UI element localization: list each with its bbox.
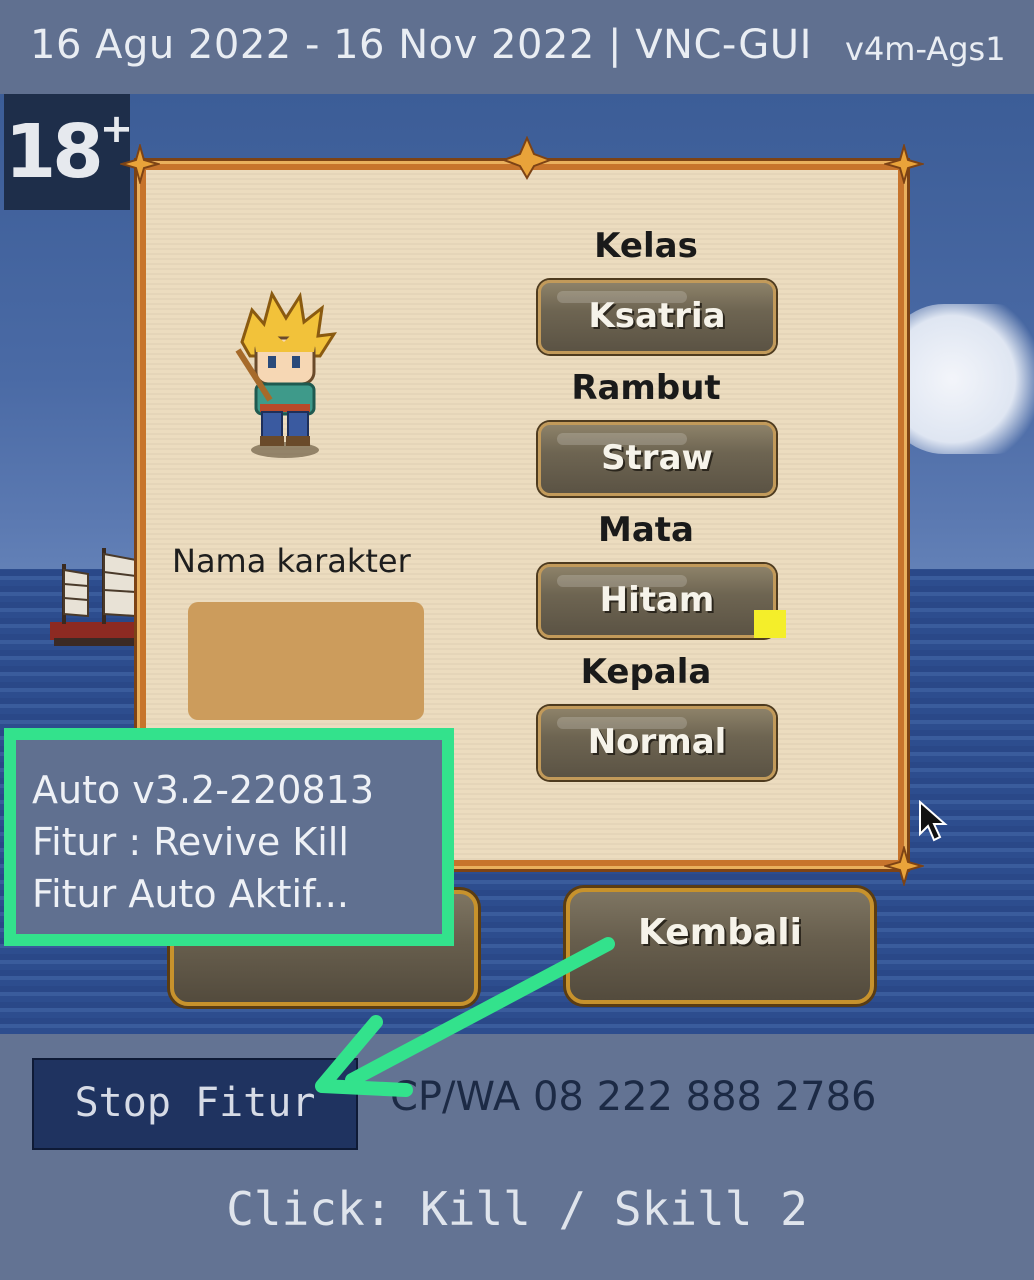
top-ornament-icon: [502, 136, 552, 180]
version-label: v4m-Ags1: [845, 30, 1006, 68]
button-highlight: [557, 433, 687, 445]
character-name-input[interactable]: [188, 602, 424, 720]
eyes-select-button[interactable]: Hitam: [538, 564, 776, 638]
ship-icon: [50, 548, 140, 646]
corner-ornament-icon: [884, 144, 924, 184]
overlay-status-line: Fitur Auto Aktif...: [32, 872, 349, 916]
button-highlight: [557, 717, 687, 729]
overlay-feature-line: Fitur : Revive Kill: [32, 820, 349, 864]
corner-ornament-icon: [884, 846, 924, 886]
contact-info: CP/WA 08 222 888 2786: [390, 1074, 877, 1120]
stop-feature-button[interactable]: Stop Fitur: [32, 1058, 358, 1150]
class-select-button[interactable]: Ksatria: [538, 280, 776, 354]
button-highlight: [557, 575, 687, 587]
mouse-cursor-icon: [919, 800, 948, 842]
overlay-version-line: Auto v3.2-220813: [32, 768, 374, 812]
class-label: Kelas: [594, 226, 698, 266]
top-bar: 16 Agu 2022 - 16 Nov 2022 | VNC-GUI v4m-…: [0, 0, 1034, 94]
age-rating-badge: 18+: [4, 94, 133, 210]
back-button-label: Kembali: [638, 912, 802, 953]
hair-select-button[interactable]: Straw: [538, 422, 776, 496]
selection-marker: [754, 610, 786, 638]
button-highlight: [557, 291, 687, 303]
character-avatar: [235, 290, 337, 458]
back-button[interactable]: Kembali: [566, 888, 874, 1004]
cloud: [884, 304, 1034, 454]
character-name-label: Nama karakter: [172, 542, 411, 580]
corner-ornament-icon: [120, 144, 160, 184]
head-label: Kepala: [580, 652, 712, 692]
bottom-bar: Stop Fitur CP/WA 08 222 888 2786 Click: …: [0, 1034, 1034, 1280]
head-select-button[interactable]: Normal: [538, 706, 776, 780]
eyes-label: Mata: [598, 510, 694, 550]
hair-label: Rambut: [571, 368, 721, 408]
auto-status-overlay: Auto v3.2-220813 Fitur : Revive Kill Fit…: [4, 728, 454, 946]
date-range: 16 Agu 2022 - 16 Nov 2022 | VNC-GUI: [30, 22, 812, 68]
click-hint: Click: Kill / Skill 2: [226, 1182, 808, 1236]
age-rating-number: 18: [4, 109, 104, 195]
